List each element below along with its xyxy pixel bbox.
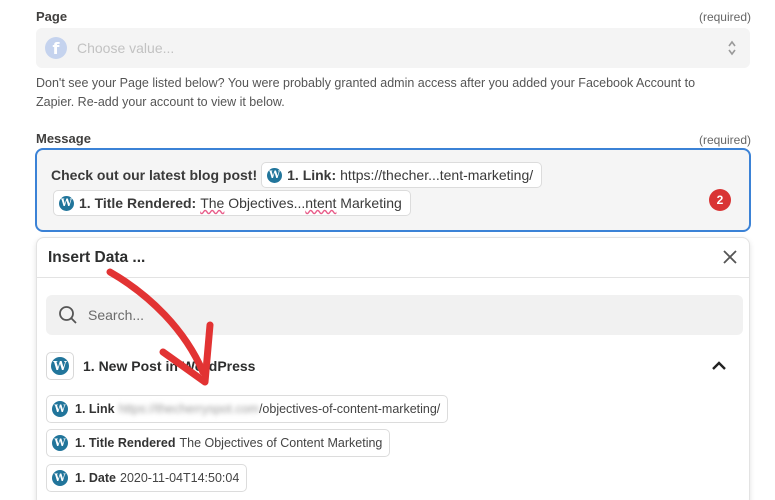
page-help-text: Don't see your Page listed below? You we… <box>36 76 696 109</box>
facebook-icon: f <box>45 37 67 59</box>
insert-data-title: Insert Data ... <box>48 248 146 266</box>
item-key: 1. Date <box>75 471 116 485</box>
pill-title-value-c: ntent <box>305 195 337 211</box>
item-key: 1. Title Rendered <box>75 436 176 450</box>
pill-link-value: https://thecher...tent-marketing/ <box>340 167 534 183</box>
search-box[interactable] <box>46 295 743 335</box>
data-item-title-rendered[interactable]: W 1. Title Rendered The Objectives of Co… <box>46 429 391 457</box>
close-icon[interactable] <box>721 248 739 266</box>
page-required-label: (required) <box>698 10 751 24</box>
pill-title-value-d: Marketing <box>336 195 402 211</box>
item-value: /objectives-of-content-marketing/ <box>258 402 441 416</box>
item-value: 2020-11-04T14:50:04 <box>120 471 240 485</box>
pill-title-key: 1. Title Rendered: <box>79 195 197 211</box>
wordpress-icon: W <box>267 167 283 183</box>
pill-title-value-b: Objectives... <box>224 195 306 211</box>
group-title: 1. New Post in WordPress <box>83 358 256 374</box>
error-count-badge: 2 <box>709 189 731 211</box>
item-value-redacted: https://thecherryspot.com <box>118 402 259 416</box>
page-select[interactable]: f Choose value... <box>36 28 750 68</box>
wordpress-icon: W <box>51 357 69 375</box>
page-select-placeholder: Choose value... <box>77 40 175 56</box>
message-input[interactable]: Check out our latest blog post! W 1. Lin… <box>35 148 751 232</box>
wordpress-icon: W <box>52 435 68 451</box>
pill-link-key: 1. Link: <box>287 167 337 183</box>
updown-icon <box>728 40 736 56</box>
data-item-date[interactable]: W 1. Date 2020-11-04T14:50:04 <box>46 464 248 492</box>
search-input[interactable] <box>88 307 688 323</box>
wordpress-icon: W <box>52 470 68 486</box>
message-pill-title[interactable]: W 1. Title Rendered: The Objectives... n… <box>53 190 411 216</box>
pill-title-value-a: The <box>200 195 225 211</box>
group-icon: W <box>46 352 74 380</box>
item-key: 1. Link <box>75 402 115 416</box>
item-value: The Objectives of Content Marketing <box>179 436 383 450</box>
message-required-label: (required) <box>698 133 751 147</box>
message-text: Check out our latest blog post! <box>51 167 258 183</box>
message-pill-link[interactable]: W 1. Link: https://thecher...tent-market… <box>261 162 543 188</box>
wordpress-icon: W <box>59 195 74 211</box>
insert-data-panel: Insert Data ... W 1. New Post in WordPre… <box>36 237 750 500</box>
wordpress-icon: W <box>52 401 68 417</box>
message-field-label: Message <box>36 131 91 146</box>
page-field-label: Page <box>36 9 68 24</box>
data-item-link[interactable]: W 1. Link https://thecherryspot.com /obj… <box>46 395 449 423</box>
insert-data-header: Insert Data ... <box>37 238 749 278</box>
search-icon <box>59 306 77 324</box>
chevron-up-icon[interactable] <box>711 360 727 372</box>
wordpress-group-header[interactable]: W 1. New Post in WordPress <box>46 351 743 381</box>
